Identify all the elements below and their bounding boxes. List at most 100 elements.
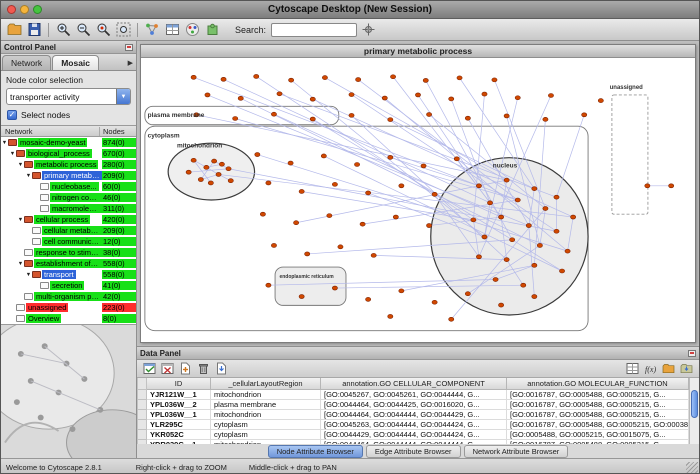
zoom-in-icon[interactable]	[54, 21, 72, 39]
expander-icon[interactable]: ▼	[17, 217, 24, 223]
network-node[interactable]	[366, 191, 371, 195]
network-node[interactable]	[504, 114, 509, 118]
network-node[interactable]	[305, 252, 310, 256]
network-node[interactable]	[487, 201, 492, 205]
network-node[interactable]	[482, 235, 487, 239]
network-node[interactable]	[532, 263, 537, 267]
network-node[interactable]	[559, 269, 564, 273]
network-node[interactable]	[332, 286, 337, 290]
table-row[interactable]: YPL036W__1mitochondrion[GO:0044464, GO:0…	[138, 409, 689, 419]
network-node[interactable]	[322, 76, 327, 80]
network-node[interactable]	[216, 172, 221, 176]
node-color-select[interactable]: transporter activity ▼	[6, 88, 131, 105]
network-node[interactable]	[423, 78, 428, 82]
network-node[interactable]	[208, 181, 213, 185]
network-node[interactable]	[260, 212, 265, 216]
network-node[interactable]	[191, 158, 196, 162]
network-node[interactable]	[415, 93, 420, 97]
network-node[interactable]	[499, 215, 504, 219]
network-node[interactable]	[393, 215, 398, 219]
network-node[interactable]	[598, 99, 603, 103]
network-node[interactable]	[426, 224, 431, 228]
network-node[interactable]	[554, 195, 559, 199]
tree-item[interactable]: Overview8(0)	[1, 313, 136, 324]
network-node[interactable]	[476, 255, 481, 259]
network-node[interactable]	[266, 283, 271, 287]
network-edge[interactable]	[557, 115, 585, 197]
network-node[interactable]	[399, 184, 404, 188]
table-scrollbar[interactable]	[689, 378, 699, 444]
vizmapper-icon[interactable]	[183, 21, 201, 39]
network-node[interactable]	[537, 243, 542, 247]
save-session-icon[interactable]	[25, 21, 43, 39]
unselect-attributes-icon[interactable]	[160, 361, 175, 376]
network-edge[interactable]	[274, 114, 501, 217]
tab-mosaic[interactable]: Mosaic	[52, 55, 99, 70]
network-node[interactable]	[449, 97, 454, 101]
expander-icon[interactable]: ▼	[25, 173, 32, 179]
tree-item[interactable]: ▼mosaic-demo-yeast874(0)	[1, 137, 136, 148]
tree-column-network[interactable]: Network	[1, 127, 100, 136]
network-node[interactable]	[532, 295, 537, 299]
tree-item[interactable]: ▼primary metabo...209(0)	[1, 170, 136, 181]
network-node[interactable]	[499, 303, 504, 307]
network-node[interactable]	[299, 189, 304, 193]
network-node[interactable]	[212, 159, 217, 163]
formula-builder-icon[interactable]: f(x)	[643, 361, 658, 376]
network-node[interactable]	[266, 181, 271, 185]
tree-item[interactable]: ▼metabolic process280(0)	[1, 159, 136, 170]
select-nodes-checkbox[interactable]: ✓	[7, 110, 17, 120]
network-node[interactable]	[238, 96, 243, 100]
network-node[interactable]	[388, 314, 393, 318]
tab-edge-attribute-browser[interactable]: Edge Attribute Browser	[366, 445, 461, 458]
network-node[interactable]	[504, 258, 509, 262]
network-node[interactable]	[388, 155, 393, 159]
tree-item[interactable]: cellular metabo...209(0)	[1, 225, 136, 236]
save-attribute-file-icon[interactable]	[679, 361, 694, 376]
network-node[interactable]	[191, 75, 196, 79]
table-row[interactable]: YLR295Ccytoplasm[GO:0045263, GO:0044444,…	[138, 419, 689, 429]
table-row[interactable]: YPL036W__2plasma membrane[GO:0044464, GO…	[138, 399, 689, 409]
network-node[interactable]	[492, 78, 497, 82]
network-node[interactable]	[515, 96, 520, 100]
network-node[interactable]	[510, 238, 515, 242]
open-session-icon[interactable]	[5, 21, 23, 39]
tree-item[interactable]: nitrogen compo...46(0)	[1, 192, 136, 203]
network-node[interactable]	[360, 222, 365, 226]
tab-network-attribute-browser[interactable]: Network Attribute Browser	[464, 445, 569, 458]
network-node[interactable]	[371, 253, 376, 257]
network-node[interactable]	[504, 178, 509, 182]
minimize-window-button[interactable]	[20, 5, 29, 14]
first-neighbors-icon[interactable]	[143, 21, 161, 39]
attribute-matrix-icon[interactable]	[625, 361, 640, 376]
column-header[interactable]: annotation.GO MOLECULAR_FUNCTION	[507, 378, 689, 389]
network-node[interactable]	[432, 300, 437, 304]
birds-eye-view[interactable]	[1, 324, 136, 458]
zoom-fit-content-icon[interactable]	[114, 21, 132, 39]
open-attribute-file-icon[interactable]	[661, 361, 676, 376]
network-node[interactable]	[271, 243, 276, 247]
attribute-grid-icon[interactable]	[163, 21, 181, 39]
expander-icon[interactable]: ▼	[1, 140, 8, 146]
network-node[interactable]	[582, 113, 587, 117]
network-node[interactable]	[482, 92, 487, 96]
network-node[interactable]	[554, 229, 559, 233]
network-node[interactable]	[457, 76, 462, 80]
new-attribute-icon[interactable]	[178, 361, 193, 376]
network-node[interactable]	[521, 283, 526, 287]
tab-scroll-right-icon[interactable]: ▶	[126, 59, 135, 70]
network-node[interactable]	[294, 221, 299, 225]
network-node[interactable]	[205, 93, 210, 97]
network-view-title[interactable]: primary metabolic process	[141, 45, 695, 58]
network-node[interactable]	[186, 170, 191, 174]
table-row[interactable]: YJR121W__1mitochondrion[GO:0045267, GO:0…	[138, 389, 689, 399]
network-node[interactable]	[277, 92, 282, 96]
network-node[interactable]	[571, 215, 576, 219]
network-node[interactable]	[526, 224, 531, 228]
network-node[interactable]	[354, 163, 359, 167]
network-node[interactable]	[219, 162, 224, 166]
network-node[interactable]	[515, 198, 520, 202]
tree-item[interactable]: nucleobase...60(0)	[1, 181, 136, 192]
network-node[interactable]	[532, 187, 537, 191]
network-node[interactable]	[454, 157, 459, 161]
